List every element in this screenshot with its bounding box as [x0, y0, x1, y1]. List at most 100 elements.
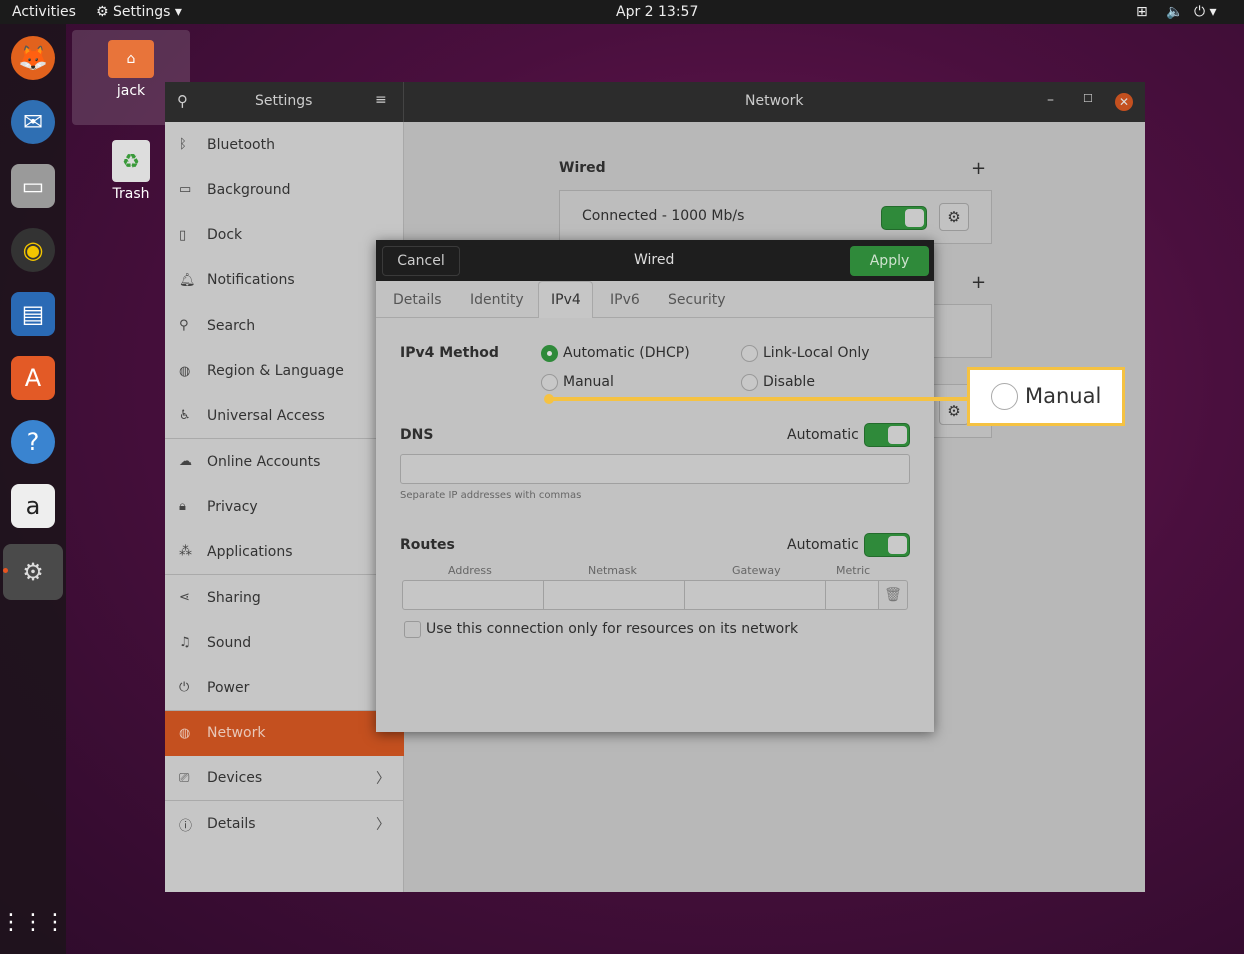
- trash-label: Trash: [112, 186, 150, 202]
- tab-ipv6[interactable]: IPv6: [610, 281, 640, 318]
- background-icon: ▭: [179, 182, 192, 198]
- close-button[interactable]: ✕: [1115, 93, 1133, 111]
- route-netmask-input[interactable]: [543, 580, 685, 610]
- routes-label: Routes: [400, 537, 455, 553]
- clock[interactable]: Apr 2 13:57: [616, 4, 698, 20]
- wired-settings-button[interactable]: ⚙: [939, 203, 969, 231]
- add-connection-button[interactable]: +: [971, 158, 986, 179]
- minimize-button[interactable]: –: [1047, 92, 1054, 108]
- amazon-icon[interactable]: a: [11, 484, 55, 528]
- dns-hint: Separate IP addresses with commas: [400, 490, 582, 501]
- sidebar-item-label: Search: [207, 317, 256, 334]
- callout-label: Manual: [1025, 384, 1102, 408]
- search-icon[interactable]: ⚲: [177, 92, 188, 110]
- activities-button[interactable]: Activities: [12, 4, 76, 20]
- tab-security[interactable]: Security: [668, 281, 726, 318]
- tab-details[interactable]: Details: [393, 281, 442, 318]
- sidebar-item-label: Region & Language: [207, 363, 344, 379]
- sidebar-item-label: Devices: [207, 770, 263, 787]
- bell-icon: 🔔︎: [179, 272, 196, 288]
- dock-icon: ▯: [179, 227, 187, 243]
- callout-dot: [544, 394, 554, 404]
- routes-automatic-toggle[interactable]: [864, 533, 910, 557]
- home-folder-icon: ⌂: [108, 40, 154, 78]
- sidebar-item-label: Power: [207, 679, 250, 696]
- sidebar-item-power[interactable]: ⏻ Power: [165, 666, 404, 711]
- volume-icon[interactable]: 🔈: [1166, 4, 1183, 20]
- wired-toggle[interactable]: [881, 206, 927, 230]
- menu-icon[interactable]: ≡: [375, 92, 387, 108]
- sidebar-title: Settings: [255, 93, 313, 109]
- route-metric-input[interactable]: [825, 580, 879, 610]
- chevron-right-icon: 〉: [376, 771, 390, 788]
- proxy-settings-button[interactable]: ⚙: [939, 397, 969, 425]
- globe-icon: ◍: [179, 363, 191, 379]
- delete-route-icon[interactable]: 🗑: [878, 580, 908, 610]
- only-resources-checkbox[interactable]: [404, 621, 421, 638]
- accessibility-icon: ♿︎: [179, 408, 191, 424]
- sidebar-item-details[interactable]: ⓘ Details 〉: [165, 802, 404, 847]
- software-icon[interactable]: A: [11, 356, 55, 400]
- tab-identity[interactable]: Identity: [470, 281, 524, 318]
- sidebar-item-background[interactable]: ▭ Background: [165, 167, 404, 212]
- sidebar-item-devices[interactable]: ⎚ Devices 〉: [165, 756, 404, 802]
- sidebar-item-applications[interactable]: ⁂ Applications: [165, 530, 404, 575]
- info-icon: ⓘ: [179, 818, 193, 834]
- bluetooth-icon: ᛒ: [179, 137, 187, 152]
- rhythmbox-icon[interactable]: ◉: [11, 228, 55, 272]
- dns-automatic-label: Automatic: [787, 427, 859, 443]
- sidebar-item-label: Online Accounts: [207, 453, 321, 470]
- thunderbird-icon[interactable]: ✉: [11, 100, 55, 144]
- apply-button[interactable]: Apply: [850, 246, 929, 276]
- route-gateway-input[interactable]: [684, 580, 826, 610]
- app-menu[interactable]: ⚙ Settings ▾: [96, 4, 182, 20]
- manual-label: Manual: [563, 374, 614, 390]
- sidebar-item-network[interactable]: ◍ Network: [165, 710, 404, 756]
- sidebar-item-privacy[interactable]: 🔒︎ Privacy: [165, 484, 404, 529]
- route-address-input[interactable]: [402, 580, 544, 610]
- network-status-icon[interactable]: ⊞: [1136, 4, 1148, 20]
- dns-automatic-toggle[interactable]: [864, 423, 910, 447]
- maximize-button[interactable]: ☐: [1083, 92, 1093, 105]
- dns-input[interactable]: [400, 454, 910, 484]
- header-bar: ⚲ Settings ≡ Network – ☐ ✕: [165, 82, 1145, 122]
- callout-line: [548, 397, 968, 401]
- show-apps-icon[interactable]: ⋮⋮⋮: [0, 900, 66, 944]
- sidebar-item-notifications[interactable]: 🔔︎ Notifications: [165, 258, 404, 303]
- sidebar-item-label: Notifications: [207, 272, 295, 289]
- writer-icon[interactable]: ▤: [11, 292, 55, 336]
- trash[interactable]: ♻ Trash: [96, 138, 166, 208]
- dns-label: DNS: [400, 427, 434, 443]
- settings-icon[interactable]: ⚙: [3, 544, 63, 600]
- sidebar-item-bluetooth[interactable]: ᛒ Bluetooth: [165, 122, 404, 167]
- sidebar: ᛒ Bluetooth ▭ Background ▯ Dock 🔔︎ Notification…: [165, 122, 404, 892]
- gateway-column-header: Gateway: [732, 564, 781, 577]
- chevron-right-icon: 〉: [376, 817, 390, 833]
- radio-manual[interactable]: [541, 374, 558, 391]
- wired-dialog: Cancel Wired Apply Details Identity IPv4…: [376, 240, 934, 732]
- sidebar-item-label: Applications: [207, 543, 293, 560]
- radio-link-local[interactable]: [741, 345, 758, 362]
- firefox-icon[interactable]: 🦊: [11, 36, 55, 80]
- sidebar-item-universal-access[interactable]: ♿︎ Universal Access: [165, 394, 404, 439]
- sidebar-item-dock[interactable]: ▯ Dock: [165, 213, 404, 258]
- help-icon[interactable]: ?: [11, 420, 55, 464]
- sidebar-item-label: Sharing: [207, 589, 261, 606]
- wired-connection-row: Connected - 1000 Mb/s ⚙: [559, 190, 992, 244]
- sidebar-item-label: Bluetooth: [207, 136, 275, 153]
- sidebar-item-online-accounts[interactable]: ☁ Online Accounts: [165, 439, 404, 484]
- tab-ipv4[interactable]: IPv4: [538, 281, 593, 318]
- add-vpn-button[interactable]: +: [971, 272, 986, 293]
- disable-label: Disable: [763, 374, 815, 390]
- cancel-button[interactable]: Cancel: [382, 246, 460, 276]
- radio-disable[interactable]: [741, 374, 758, 391]
- sidebar-item-sharing[interactable]: ⋖ Sharing: [165, 575, 404, 620]
- devices-icon: ⎚: [179, 770, 190, 786]
- power-menu-icon[interactable]: ⏻ ▾: [1194, 4, 1217, 20]
- sidebar-item-search[interactable]: ⚲ Search: [165, 303, 404, 348]
- sidebar-item-sound[interactable]: ♫ Sound: [165, 620, 404, 665]
- sidebar-item-label: Network: [207, 725, 266, 742]
- files-icon[interactable]: ▭: [11, 164, 55, 208]
- sidebar-item-region-language[interactable]: ◍ Region & Language: [165, 349, 404, 394]
- radio-automatic-dhcp[interactable]: [541, 345, 558, 362]
